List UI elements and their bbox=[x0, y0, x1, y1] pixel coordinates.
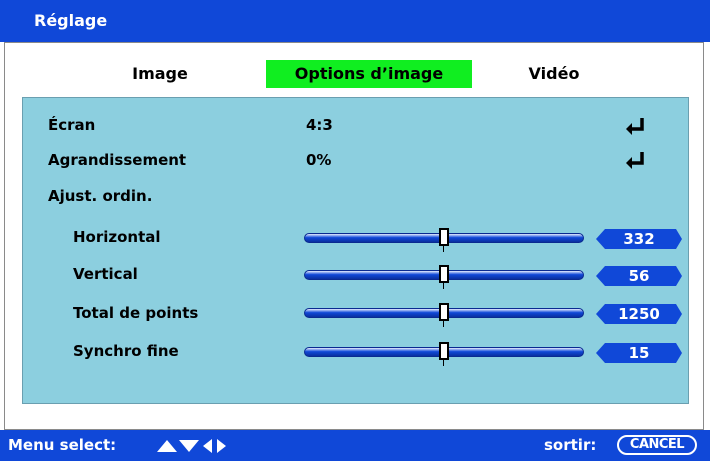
total-de-points-value-badge: 1250 bbox=[596, 304, 682, 324]
slider-center-tick bbox=[443, 283, 444, 289]
right-arrow-icon bbox=[217, 439, 226, 453]
enter-icon[interactable] bbox=[624, 117, 648, 135]
tab-image[interactable]: Image bbox=[110, 60, 210, 88]
horizontal-label[interactable]: Horizontal bbox=[73, 228, 161, 246]
total-de-points-label[interactable]: Total de points bbox=[73, 304, 198, 322]
enter-icon[interactable] bbox=[624, 151, 648, 169]
agrandissement-label[interactable]: Agrandissement bbox=[48, 151, 186, 169]
slider-thumb[interactable] bbox=[439, 342, 449, 360]
exit-label: sortir: bbox=[544, 436, 597, 454]
title-bar: Réglage bbox=[0, 0, 710, 42]
agrandissement-value: 0% bbox=[306, 151, 332, 169]
status-bar: Menu select: sortir: CANCEL bbox=[0, 430, 710, 461]
synchro-fine-slider[interactable] bbox=[304, 342, 584, 366]
horizontal-slider[interactable] bbox=[304, 228, 584, 252]
slider-center-tick bbox=[443, 246, 444, 252]
up-arrow-icon bbox=[157, 440, 177, 452]
vertical-value-badge: 56 bbox=[596, 266, 682, 286]
ecran-label[interactable]: Écran bbox=[48, 116, 95, 134]
vertical-slider[interactable] bbox=[304, 265, 584, 289]
synchro-fine-value-badge: 15 bbox=[596, 343, 682, 363]
slider-thumb[interactable] bbox=[439, 303, 449, 321]
synchro-fine-label[interactable]: Synchro fine bbox=[73, 342, 179, 360]
down-arrow-icon bbox=[179, 440, 199, 452]
vertical-label[interactable]: Vertical bbox=[73, 265, 138, 283]
menu-select-label: Menu select: bbox=[8, 436, 117, 454]
tab-video[interactable]: Vidéo bbox=[510, 60, 598, 88]
nav-arrows-icon bbox=[157, 439, 226, 453]
ecran-value: 4:3 bbox=[306, 116, 333, 134]
slider-thumb[interactable] bbox=[439, 265, 449, 283]
window-title: Réglage bbox=[34, 11, 108, 30]
total-de-points-slider[interactable] bbox=[304, 303, 584, 327]
left-arrow-icon bbox=[203, 439, 212, 453]
slider-thumb[interactable] bbox=[439, 228, 449, 246]
tab-options-image[interactable]: Options d’image bbox=[266, 60, 472, 88]
horizontal-value-badge: 332 bbox=[596, 229, 682, 249]
slider-center-tick bbox=[443, 360, 444, 366]
cancel-button[interactable]: CANCEL bbox=[617, 435, 697, 455]
slider-center-tick bbox=[443, 321, 444, 327]
ajust-ordin-label: Ajust. ordin. bbox=[48, 187, 153, 205]
